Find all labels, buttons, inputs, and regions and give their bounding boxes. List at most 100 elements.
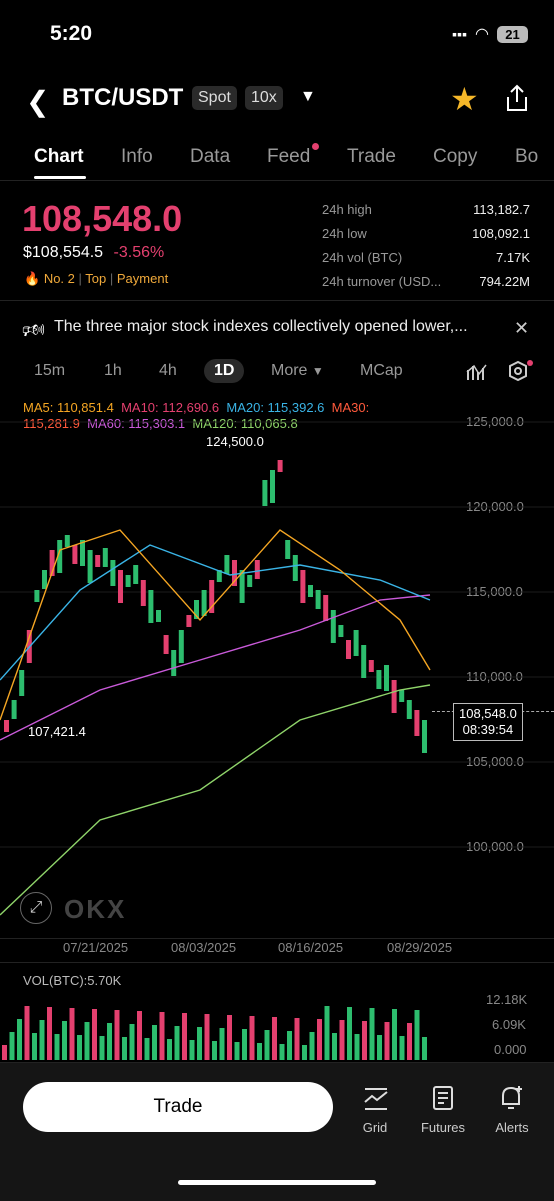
volume-bar [77, 1035, 82, 1060]
back-icon[interactable]: ❮ [26, 85, 49, 118]
interval-1d[interactable]: 1D [204, 359, 245, 383]
volume-bar [227, 1015, 232, 1060]
candle [118, 570, 123, 603]
volume-bar [54, 1034, 60, 1060]
candle [178, 630, 184, 663]
candle [346, 640, 351, 659]
candle [384, 665, 389, 691]
volume-bar [69, 1008, 75, 1060]
tab-bots[interactable]: Bo [515, 146, 538, 168]
candlestick-chart[interactable] [0, 420, 554, 938]
candle [186, 615, 192, 627]
grid-button[interactable]: Grid [345, 1120, 405, 1135]
share-icon[interactable] [503, 83, 531, 113]
ma-line [0, 529, 431, 721]
candle [95, 555, 101, 567]
interval-4h[interactable]: 4h [159, 362, 177, 380]
interval-1h[interactable]: 1h [104, 362, 122, 380]
divider [0, 962, 554, 963]
leverage-chip: 10x [245, 86, 283, 110]
tab-chart[interactable]: Chart [34, 146, 84, 168]
stat-value: 113,182.7 [473, 202, 530, 217]
trade-button[interactable]: Trade [23, 1082, 333, 1132]
stat-label: 24h turnover (USD... [322, 274, 442, 289]
volume-bar [377, 1035, 382, 1060]
volume-bar [242, 1029, 247, 1060]
volume-bar [212, 1041, 217, 1060]
candle [422, 720, 427, 753]
gridlines [0, 421, 554, 848]
volume-bar [32, 1033, 37, 1060]
volume-bar [62, 1021, 67, 1060]
pair-title[interactable]: BTC/USDT [62, 84, 183, 112]
tab-trade[interactable]: Trade [347, 146, 396, 168]
candle [330, 610, 336, 643]
candle [308, 585, 313, 597]
payment-tag[interactable]: Payment [117, 271, 168, 286]
volume-bar [287, 1031, 292, 1060]
tab-info[interactable]: Info [121, 146, 153, 168]
candle [64, 535, 70, 547]
status-time: 5:20 [50, 22, 93, 45]
battery-icon: 21 [497, 25, 528, 43]
usd-value: $108,554.5 [23, 244, 104, 261]
stat-value: 794.22M [479, 274, 530, 289]
volume-bar [302, 1045, 307, 1060]
candle [368, 660, 374, 672]
alerts-icon[interactable] [497, 1083, 527, 1113]
close-icon[interactable]: ✕ [514, 318, 529, 339]
chevron-down-icon[interactable]: ▼ [300, 88, 316, 106]
mcap-toggle[interactable]: MCap [360, 362, 403, 380]
volume-chart [2, 1006, 427, 1060]
volume-bar [189, 1040, 195, 1060]
candle [171, 650, 177, 676]
candle [125, 575, 131, 587]
stat-value: 7.17K [496, 250, 530, 265]
tab-copy[interactable]: Copy [433, 146, 477, 168]
interval-more[interactable]: More ▼ [271, 362, 324, 380]
last-price-tag: 108,548.0 08:39:54 [453, 703, 523, 741]
volume-label: VOL(BTC):5.70K [23, 973, 122, 988]
megaphone-icon: 🕬 [22, 320, 45, 340]
star-icon[interactable]: ★ [450, 80, 479, 118]
news-ticker[interactable]: The three major stock indexes collective… [54, 318, 468, 336]
expand-icon[interactable]: ⤢ [20, 892, 52, 924]
alerts-button[interactable]: Alerts [482, 1120, 542, 1135]
volume-bar [129, 1024, 135, 1060]
rank-tag[interactable]: No. 2 [44, 271, 75, 286]
candle [262, 480, 268, 506]
volume-bar [264, 1030, 270, 1060]
candle [201, 590, 207, 616]
candle [102, 548, 108, 567]
volume-bar [144, 1038, 150, 1060]
volume-bar [39, 1020, 45, 1060]
candle [292, 555, 298, 581]
stat-label: 24h low [322, 226, 367, 241]
tab-feed[interactable]: Feed [267, 146, 310, 168]
okx-watermark-logo: OKX [64, 894, 127, 924]
volume-bar [272, 1017, 277, 1060]
volume-bar [2, 1045, 7, 1060]
low-annotation: 107,421.4 [28, 724, 86, 739]
settings-icon[interactable] [507, 360, 533, 384]
candle [300, 570, 306, 603]
candle [80, 540, 85, 566]
divider [0, 300, 554, 301]
tab-bar: Chart Info Data Feed Trade Copy Bo [0, 140, 554, 181]
indicator-icon[interactable] [466, 362, 488, 382]
volume-axis-label: 0.000 [494, 1042, 527, 1057]
more-label: More [271, 362, 308, 379]
grid-icon[interactable] [362, 1086, 390, 1112]
interval-15m[interactable]: 15m [34, 362, 65, 380]
feed-dot [312, 143, 319, 150]
volume-bar [249, 1016, 255, 1060]
candle [34, 590, 40, 602]
candle [72, 545, 78, 564]
volume-bar [234, 1042, 240, 1060]
ma-lines [0, 529, 431, 916]
futures-icon[interactable] [429, 1084, 457, 1112]
top-tag[interactable]: Top [85, 271, 106, 286]
futures-button[interactable]: Futures [413, 1120, 473, 1135]
tab-data[interactable]: Data [190, 146, 230, 168]
candle [133, 565, 139, 584]
